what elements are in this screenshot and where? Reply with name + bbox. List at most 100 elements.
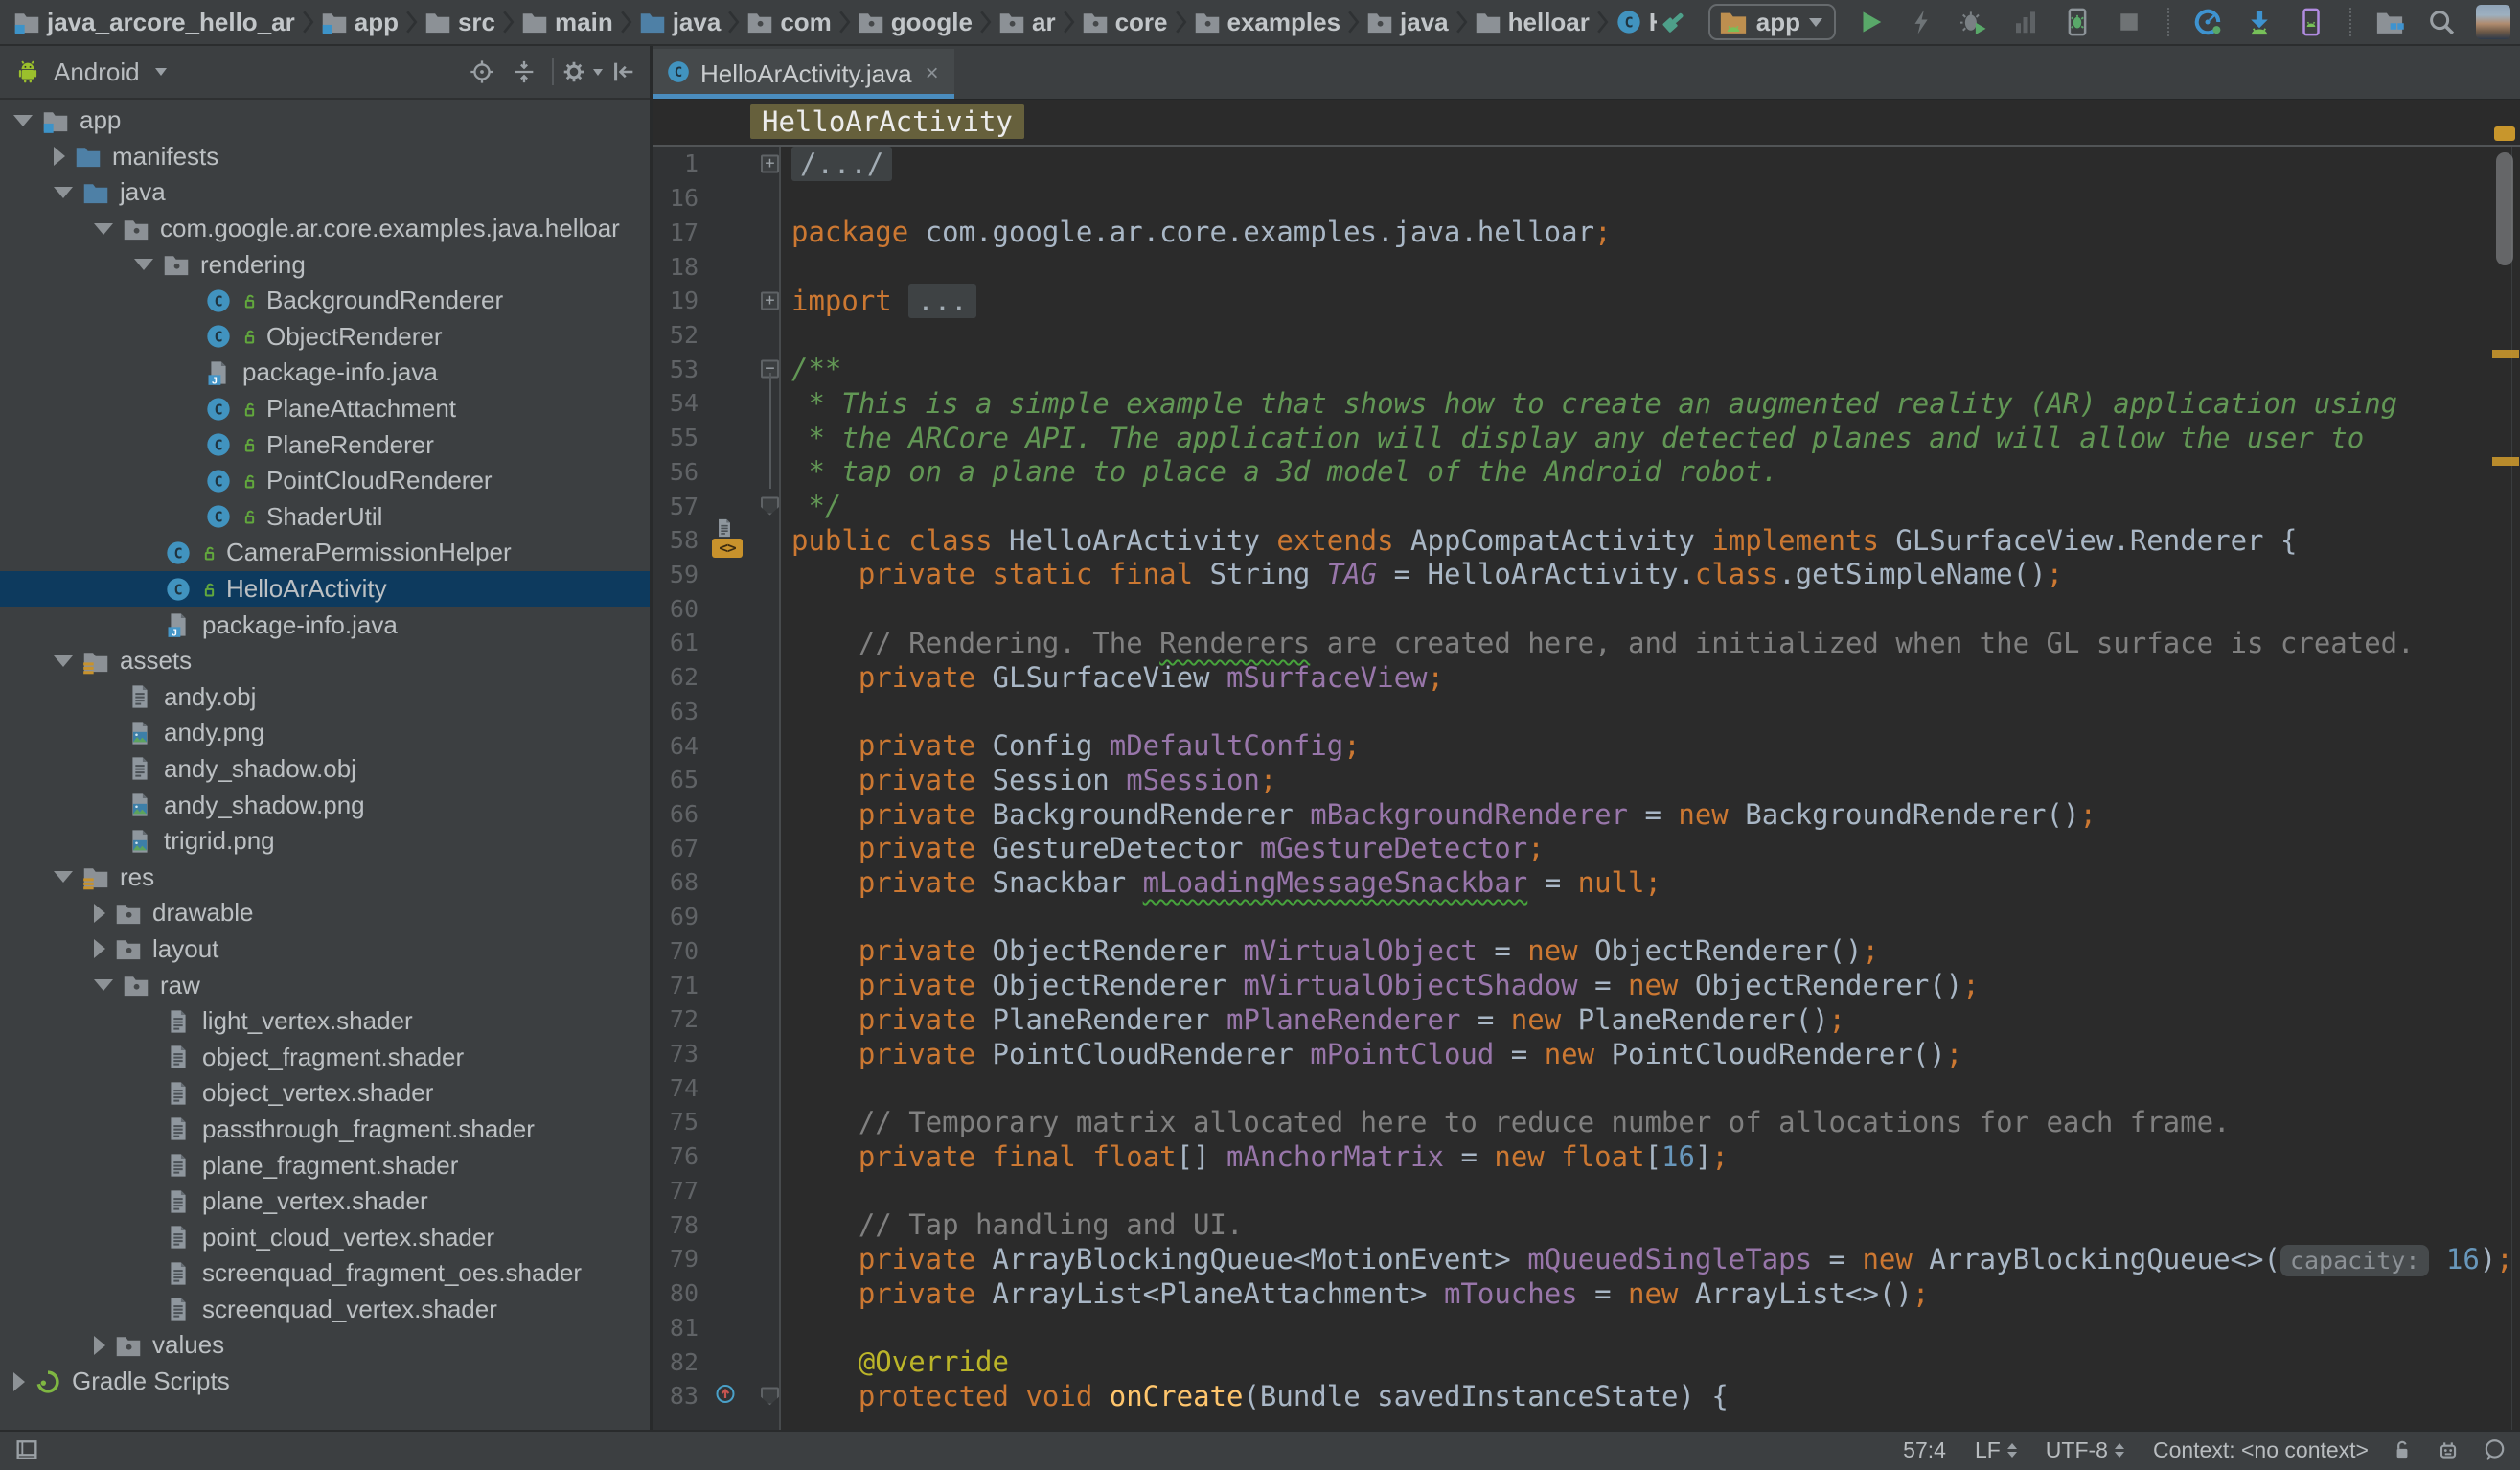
override-method-icon[interactable] bbox=[714, 1382, 737, 1405]
code-line-72[interactable]: 72 private PlaneRenderer mPlaneRenderer … bbox=[653, 1002, 2520, 1037]
tree-item-java[interactable]: java bbox=[0, 174, 650, 211]
run-button[interactable] bbox=[1853, 5, 1888, 39]
breadcrumb-item-main[interactable]: main bbox=[521, 8, 613, 37]
run-configuration-chooser[interactable]: app bbox=[1708, 4, 1836, 40]
code-line-58[interactable]: 58<>public class HelloArActivity extends… bbox=[653, 523, 2520, 558]
line-number[interactable]: 78 bbox=[653, 1211, 704, 1239]
warning-stripe-mark[interactable] bbox=[2492, 350, 2519, 358]
editor-tab-helloaractivity[interactable]: C HelloArActivity.java × bbox=[653, 49, 954, 99]
tree-item-plane-fragment-shader[interactable]: plane_fragment.shader bbox=[0, 1147, 650, 1183]
line-number[interactable]: 53 bbox=[653, 356, 704, 383]
line-number[interactable]: 16 bbox=[653, 184, 704, 212]
profile-button[interactable] bbox=[2008, 5, 2043, 39]
code-line-57[interactable]: 57 */ bbox=[653, 489, 2520, 523]
expanded-arrow-icon[interactable] bbox=[54, 187, 73, 198]
stop-button[interactable] bbox=[2112, 5, 2146, 39]
readonly-toggle[interactable] bbox=[2390, 1437, 2415, 1462]
profile-apk-button[interactable] bbox=[2190, 5, 2225, 39]
event-log-button[interactable] bbox=[2482, 1437, 2507, 1462]
tree-item-object-vertex-shader[interactable]: object_vertex.shader bbox=[0, 1075, 650, 1112]
tree-item-point-cloud-vertex-shader[interactable]: point_cloud_vertex.shader bbox=[0, 1219, 650, 1255]
project-view-selector[interactable]: Android bbox=[54, 57, 140, 87]
tool-window-switcher-icon[interactable] bbox=[13, 1436, 40, 1463]
tool-window-switcher-icon[interactable] bbox=[13, 1436, 40, 1463]
breadcrumb-item-core[interactable]: core bbox=[1082, 8, 1168, 37]
code-line-18[interactable]: 18 bbox=[653, 249, 2520, 284]
tree-item-planerenderer[interactable]: CPlaneRenderer bbox=[0, 426, 650, 463]
code-line-54[interactable]: 54 * This is a simple example that shows… bbox=[653, 386, 2520, 421]
tree-item-andy-png[interactable]: andy.png bbox=[0, 715, 650, 751]
code-line-56[interactable]: 56 * tap on a plane to place a 3d model … bbox=[653, 454, 2520, 489]
code-line-19[interactable]: 19+import ... bbox=[653, 284, 2520, 318]
breadcrumb-item-java[interactable]: java bbox=[639, 8, 722, 37]
code-line-70[interactable]: 70 private ObjectRenderer mVirtualObject… bbox=[653, 934, 2520, 969]
tree-item-backgroundrenderer[interactable]: CBackgroundRenderer bbox=[0, 283, 650, 319]
line-number[interactable]: 1 bbox=[653, 149, 704, 177]
line-number[interactable]: 70 bbox=[653, 937, 704, 965]
tree-item-package-info-java[interactable]: Jpackage-info.java bbox=[0, 355, 650, 391]
code-line-55[interactable]: 55 * the ARCore API. The application wil… bbox=[653, 421, 2520, 455]
line-number[interactable]: 69 bbox=[653, 903, 704, 930]
code-line-69[interactable]: 69 bbox=[653, 900, 2520, 934]
breadcrumb-item-java-arcore-hello-ar[interactable]: java_arcore_hello_ar bbox=[13, 8, 295, 37]
encoding-selector[interactable]: UTF-8 bbox=[2046, 1437, 2124, 1463]
code-line-77[interactable]: 77 bbox=[653, 1174, 2520, 1208]
code-line-71[interactable]: 71 private ObjectRenderer mVirtualObject… bbox=[653, 968, 2520, 1002]
settings-button[interactable] bbox=[565, 56, 598, 88]
tree-item-app[interactable]: app bbox=[0, 103, 650, 139]
code-line-65[interactable]: 65 private Session mSession; bbox=[653, 763, 2520, 797]
user-avatar[interactable] bbox=[2476, 5, 2510, 39]
locate-button[interactable] bbox=[466, 56, 498, 88]
code-line-17[interactable]: 17package com.google.ar.core.examples.ja… bbox=[653, 215, 2520, 249]
collapsed-arrow-icon[interactable] bbox=[54, 147, 65, 166]
tree-item-values[interactable]: values bbox=[0, 1327, 650, 1364]
close-icon[interactable]: × bbox=[922, 60, 939, 87]
breadcrumb-item-ar[interactable]: ar bbox=[998, 8, 1056, 37]
fold-end-icon[interactable] bbox=[761, 497, 779, 516]
collapsed-arrow-icon[interactable] bbox=[94, 1336, 105, 1355]
tree-item-planeattachment[interactable]: CPlaneAttachment bbox=[0, 391, 650, 427]
inspection-status-indicator[interactable] bbox=[2494, 126, 2515, 141]
line-number[interactable]: 55 bbox=[653, 424, 704, 451]
breadcrumb-item-com[interactable]: com bbox=[746, 8, 831, 37]
tree-item-object-fragment-shader[interactable]: object_fragment.shader bbox=[0, 1039, 650, 1075]
tree-item-drawable[interactable]: drawable bbox=[0, 895, 650, 931]
tree-item-screenquad-vertex-shader[interactable]: screenquad_vertex.shader bbox=[0, 1292, 650, 1328]
tree-item-gradle-scripts[interactable]: Gradle Scripts bbox=[0, 1364, 650, 1400]
tree-item-screenquad-fragment-oes-shader[interactable]: screenquad_fragment_oes.shader bbox=[0, 1255, 650, 1292]
line-number[interactable]: 74 bbox=[653, 1074, 704, 1102]
code-line-76[interactable]: 76 private final float[] mAnchorMatrix =… bbox=[653, 1139, 2520, 1174]
line-number[interactable]: 80 bbox=[653, 1279, 704, 1307]
fold-collapse-icon[interactable] bbox=[761, 1387, 779, 1405]
sdk-manager-button[interactable] bbox=[2242, 5, 2277, 39]
collapsed-arrow-icon[interactable] bbox=[94, 904, 105, 923]
line-number[interactable]: 83 bbox=[653, 1382, 704, 1410]
breadcrumb-item-examples[interactable]: examples bbox=[1194, 8, 1341, 37]
code-line-68[interactable]: 68 private Snackbar mLoadingMessageSnack… bbox=[653, 865, 2520, 900]
line-number[interactable]: 57 bbox=[653, 493, 704, 520]
fold-expand-icon[interactable]: + bbox=[761, 154, 779, 172]
tree-item-helloaractivity[interactable]: CHelloArActivity bbox=[0, 571, 650, 608]
expanded-arrow-icon[interactable] bbox=[54, 871, 73, 883]
tree-item-assets[interactable]: assets bbox=[0, 643, 650, 679]
fold-expand-icon[interactable]: + bbox=[761, 291, 779, 310]
scrollbar-thumb[interactable] bbox=[2496, 152, 2513, 265]
tree-item-package-info-java[interactable]: Jpackage-info.java bbox=[0, 607, 650, 643]
avd-manager-button[interactable] bbox=[2294, 5, 2328, 39]
attach-debugger-button[interactable] bbox=[2060, 5, 2095, 39]
line-number[interactable]: 17 bbox=[653, 218, 704, 246]
line-number[interactable]: 81 bbox=[653, 1314, 704, 1342]
code-line-1[interactable]: 1+/.../ bbox=[653, 147, 2520, 181]
breadcrumb-item-helloar[interactable]: helloar bbox=[1475, 8, 1590, 37]
code-line-81[interactable]: 81 bbox=[653, 1310, 2520, 1344]
code-line-67[interactable]: 67 private GestureDetector mGestureDetec… bbox=[653, 831, 2520, 865]
line-number[interactable]: 67 bbox=[653, 835, 704, 862]
code-line-16[interactable]: 16 bbox=[653, 181, 2520, 216]
code-line-82[interactable]: 82 @Override bbox=[653, 1344, 2520, 1379]
line-number[interactable]: 19 bbox=[653, 287, 704, 314]
line-number[interactable]: 68 bbox=[653, 868, 704, 896]
breadcrumb-item-java[interactable]: java bbox=[1366, 8, 1449, 37]
tree-item-rendering[interactable]: rendering bbox=[0, 246, 650, 283]
breadcrumb-item-google[interactable]: google bbox=[858, 8, 973, 37]
breadcrumb-item-src[interactable]: src bbox=[424, 8, 495, 37]
